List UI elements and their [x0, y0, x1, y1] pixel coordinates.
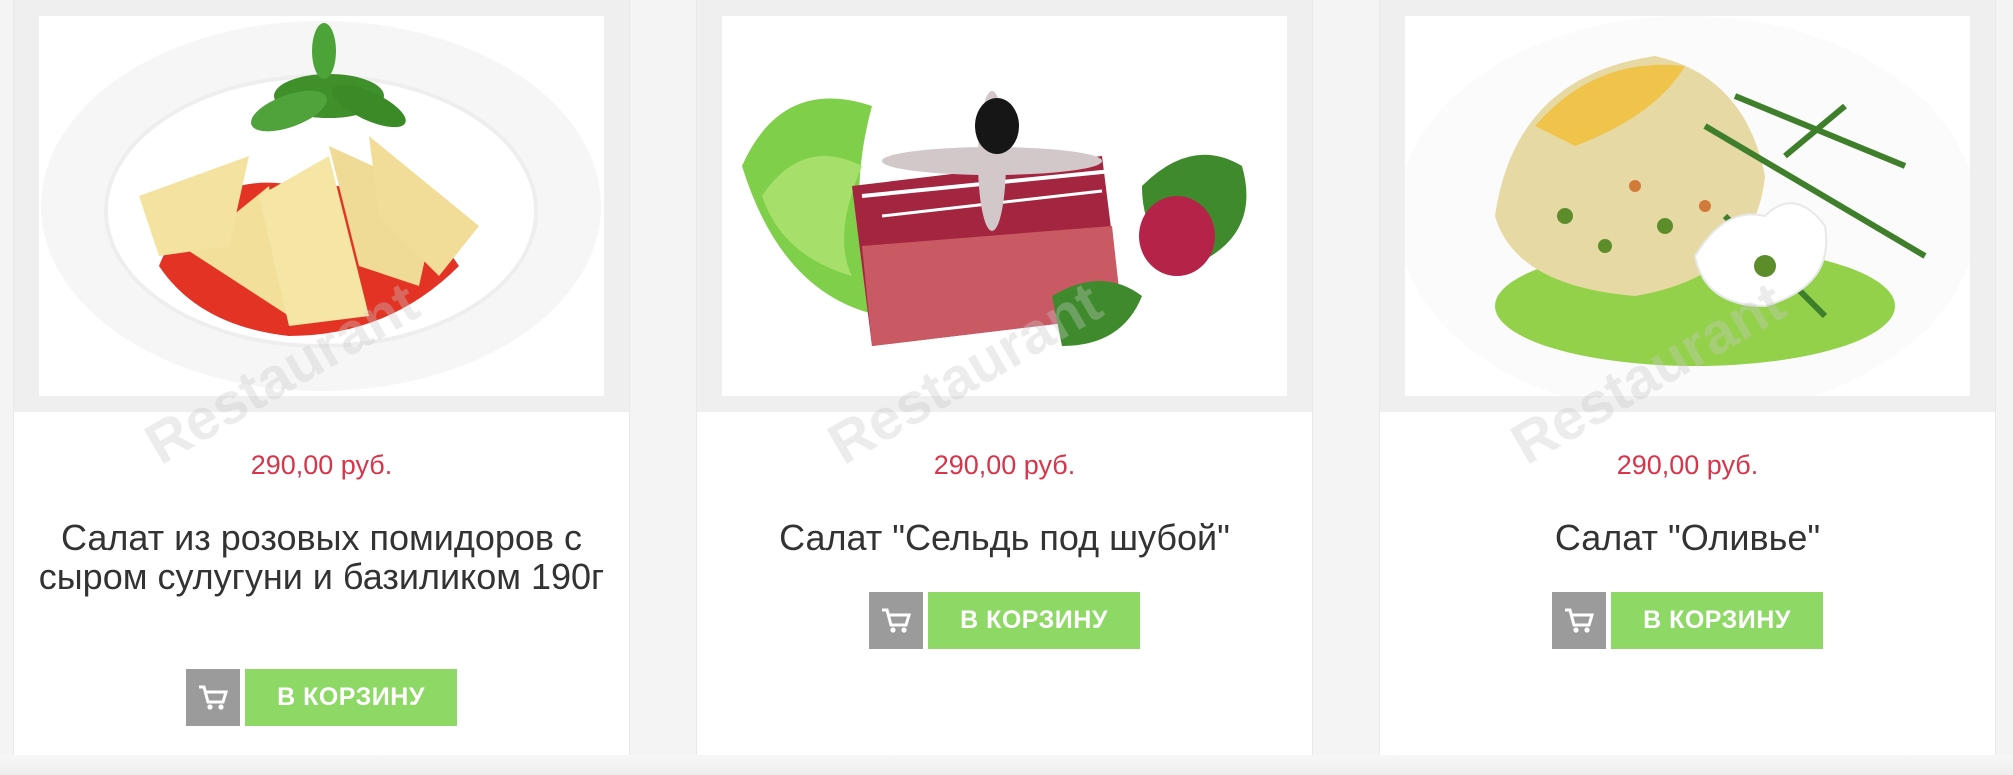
- product-card: Restaurant 290,00 руб. Салат "Оливье" В …: [1379, 0, 1996, 775]
- product-image-tomato-suluguni-salad[interactable]: [39, 16, 604, 396]
- product-image-olivier-salad[interactable]: [1405, 16, 1970, 396]
- product-image-frame: [1380, 0, 1995, 412]
- product-price: 290,00 руб.: [250, 450, 393, 480]
- shopping-cart-icon: [882, 608, 912, 633]
- bottom-strip: [0, 755, 2013, 775]
- product-title[interactable]: Салат "Сельдь под шубой": [717, 518, 1292, 557]
- add-to-cart-group: В КОРЗИНУ: [14, 669, 629, 726]
- shopping-cart-icon: [1565, 608, 1595, 633]
- add-to-cart-group: В КОРЗИНУ: [697, 592, 1312, 649]
- product-card: Restaurant 290,00 руб. Салат "Сельдь под…: [696, 0, 1313, 775]
- cart-icon-box[interactable]: [869, 592, 923, 649]
- product-title[interactable]: Салат из розовых помидоров с сыром сулуг…: [34, 518, 609, 596]
- product-image-herring-under-fur-coat[interactable]: [722, 16, 1287, 396]
- add-to-cart-group: В КОРЗИНУ: [1380, 592, 1995, 649]
- add-to-cart-button[interactable]: В КОРЗИНУ: [1611, 592, 1823, 649]
- add-to-cart-button[interactable]: В КОРЗИНУ: [245, 669, 457, 726]
- product-title[interactable]: Салат "Оливье": [1400, 518, 1975, 557]
- cart-icon-box[interactable]: [186, 669, 240, 726]
- product-image-frame: [697, 0, 1312, 412]
- add-to-cart-button[interactable]: В КОРЗИНУ: [928, 592, 1140, 649]
- shopping-cart-icon: [199, 685, 229, 710]
- product-card: Restaurant 290,00 руб. Салат из розовых …: [13, 0, 630, 775]
- cart-icon-box[interactable]: [1552, 592, 1606, 649]
- product-image-frame: [14, 0, 629, 412]
- product-price: 290,00 руб.: [933, 450, 1076, 480]
- product-grid: Restaurant 290,00 руб. Салат из розовых …: [0, 0, 2013, 775]
- product-price: 290,00 руб.: [1616, 450, 1759, 480]
